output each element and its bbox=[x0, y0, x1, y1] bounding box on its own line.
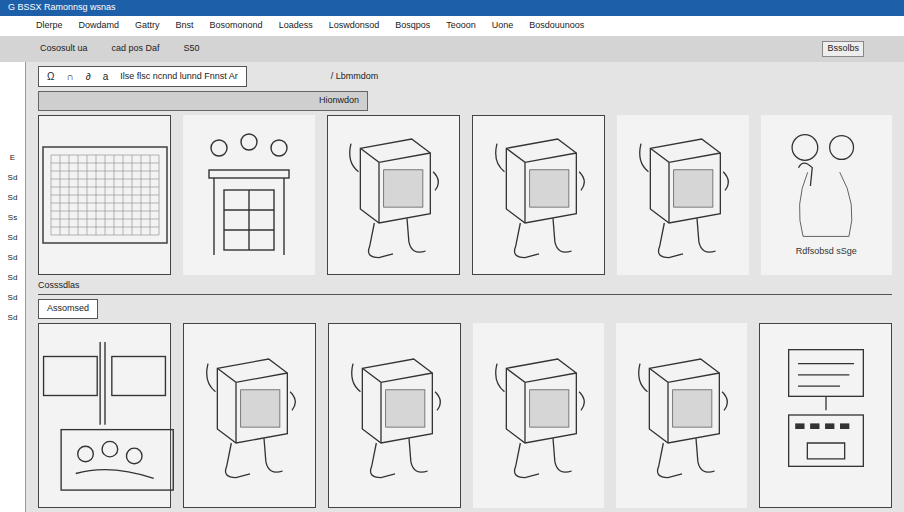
strip-label[interactable]: Sd bbox=[8, 292, 18, 304]
tool-text: Ilse flsc ncnnd lunnd Fnnst Ar bbox=[120, 70, 238, 84]
menu-item[interactable]: Bosqpos bbox=[395, 19, 430, 33]
strip-label[interactable]: Ss bbox=[8, 212, 17, 224]
storyboard-frame[interactable] bbox=[183, 115, 314, 275]
title-bar: G BSSX Ramonnsg wsnas bbox=[0, 0, 904, 16]
menu-item[interactable]: Bosdouunoos bbox=[529, 19, 584, 33]
toolbar: Cososult ua cad pos Daf S50 Bssolbs bbox=[0, 36, 904, 62]
menu-item[interactable]: Loswdonsod bbox=[329, 19, 380, 33]
toolbar-value[interactable]: S50 bbox=[184, 42, 200, 56]
app-window: G BSSX Ramonnsg wsnas Dlerpe Dowdamd Gattry… bbox=[0, 0, 904, 512]
tool-button[interactable]: ∂ bbox=[86, 69, 91, 84]
strip-label[interactable]: Sd bbox=[8, 252, 18, 264]
storyboard-frame[interactable] bbox=[327, 115, 460, 275]
menu-item[interactable]: Loadess bbox=[279, 19, 313, 33]
strip-label[interactable]: Sd bbox=[8, 272, 18, 284]
tool-button[interactable]: Ω bbox=[47, 69, 54, 84]
menu-item[interactable]: Uone bbox=[492, 19, 514, 33]
storyboard-frame[interactable] bbox=[473, 323, 604, 509]
cube-figure-sketch-icon bbox=[341, 125, 445, 265]
menu-item[interactable]: Dowdamd bbox=[79, 19, 120, 33]
frame-row bbox=[38, 323, 892, 509]
frame-row: Rdfsobsd sSge bbox=[38, 115, 892, 275]
cube-figure-sketch-icon bbox=[343, 345, 447, 485]
tool-palette: Ω ∩ ∂ a Ilse flsc ncnnd lunnd Fnnst Ar bbox=[38, 66, 247, 87]
menu-item[interactable]: Gattry bbox=[135, 19, 160, 33]
storyboard-frame[interactable] bbox=[472, 115, 605, 275]
frame-caption: Rdfsobsd sSge bbox=[796, 245, 857, 259]
screen-sketch-icon bbox=[784, 342, 868, 488]
strip-label[interactable]: E bbox=[10, 152, 15, 164]
storyboard-frame[interactable]: Rdfsobsd sSge bbox=[761, 115, 892, 275]
storyboard-frame[interactable] bbox=[328, 323, 461, 509]
tool-button[interactable]: ∩ bbox=[66, 69, 73, 84]
storyboard-frame[interactable] bbox=[616, 323, 747, 509]
storyboard-frame[interactable] bbox=[617, 115, 748, 275]
strip-label[interactable]: Sd bbox=[8, 192, 18, 204]
toolbar-label[interactable]: cad pos Daf bbox=[112, 42, 160, 56]
toolbar-label[interactable]: Cososult ua bbox=[40, 42, 88, 56]
storyboard-frame[interactable] bbox=[183, 323, 316, 509]
strip-label[interactable]: Sd bbox=[8, 232, 18, 244]
cube-figure-sketch-icon bbox=[487, 125, 591, 265]
cube-figure-sketch-icon bbox=[198, 345, 302, 485]
section-label: Assomsed bbox=[38, 299, 98, 319]
panel-header: Hionwdon bbox=[38, 91, 368, 111]
tool-button[interactable]: a bbox=[103, 69, 109, 84]
table-sketch-icon bbox=[199, 130, 299, 260]
menu-item[interactable]: Teooon bbox=[446, 19, 476, 33]
menu-bar: Dlerpe Dowdamd Gattry Bnst Bosomonond Loadess… bbox=[0, 16, 904, 36]
character-sketch-icon bbox=[783, 131, 869, 241]
storyboard-frame[interactable] bbox=[759, 323, 892, 509]
storyboard-frame[interactable] bbox=[38, 323, 171, 509]
grid-sketch-icon bbox=[41, 145, 169, 245]
menu-item[interactable]: Dlerpe bbox=[36, 19, 63, 33]
hint-text: / Lbmmdom bbox=[331, 70, 379, 84]
cube-figure-sketch-icon bbox=[487, 345, 591, 485]
cube-figure-sketch-icon bbox=[631, 125, 735, 265]
section-label: Cosssdlas bbox=[38, 279, 892, 296]
strip-label[interactable]: Sd bbox=[8, 312, 18, 324]
strip-label[interactable]: Sd bbox=[8, 172, 18, 184]
menu-item[interactable]: Bosomonond bbox=[210, 19, 263, 33]
menu-item[interactable]: Bnst bbox=[176, 19, 194, 33]
cube-figure-sketch-icon bbox=[630, 345, 734, 485]
storyboard-frame[interactable] bbox=[38, 115, 171, 275]
storyboard-sketch-icon bbox=[30, 337, 180, 493]
toolbar-right-label[interactable]: Bssolbs bbox=[822, 41, 864, 57]
left-strip: E Sd Sd Ss Sd Sd Sd Sd Sd bbox=[0, 62, 26, 512]
